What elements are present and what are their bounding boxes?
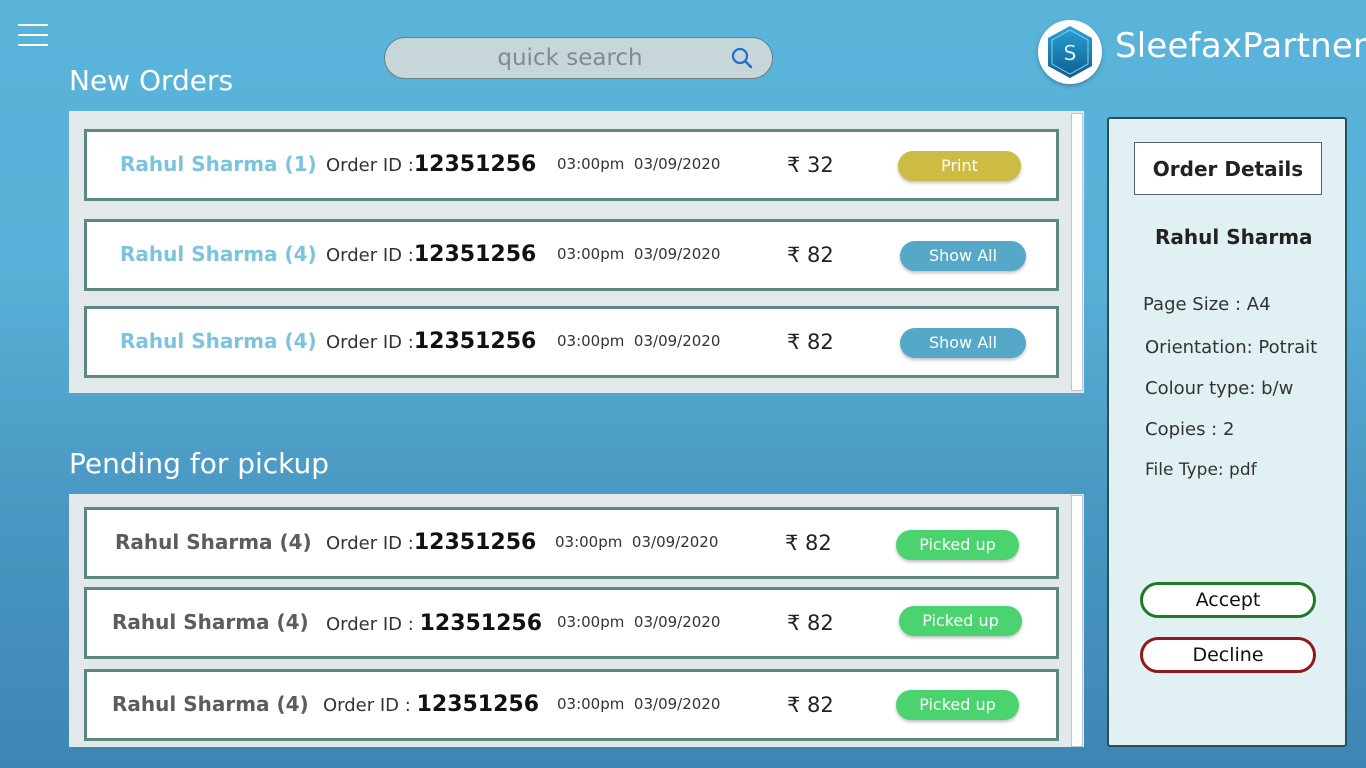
scrollbar[interactable] bbox=[1071, 113, 1083, 391]
accept-button[interactable]: Accept bbox=[1140, 582, 1316, 618]
order-id-value: 12351256 bbox=[413, 242, 537, 267]
order-price: ₹ 82 bbox=[787, 693, 834, 717]
hexagon-logo-icon: S bbox=[1038, 20, 1102, 84]
search-input[interactable] bbox=[415, 38, 725, 78]
order-date: 03/09/2020 bbox=[633, 695, 721, 713]
order-id: Order ID :12351256 bbox=[326, 152, 536, 177]
customer-name[interactable]: Rahul Sharma (4) bbox=[112, 692, 309, 716]
order-id-label: Order ID : bbox=[326, 332, 414, 353]
decline-button[interactable]: Decline bbox=[1140, 637, 1316, 673]
order-time: 03:00pm bbox=[557, 332, 625, 350]
new-orders-panel: Rahul Sharma (1) Order ID :12351256 03:0… bbox=[69, 111, 1084, 393]
order-id-label: Order ID : bbox=[326, 245, 414, 266]
order-time: 03:00pm bbox=[555, 533, 623, 551]
order-price: ₹ 82 bbox=[787, 330, 834, 354]
menu-line bbox=[18, 34, 48, 36]
picked-up-button[interactable]: Picked up bbox=[896, 690, 1019, 720]
scrollbar[interactable] bbox=[1071, 495, 1083, 747]
picked-up-button[interactable]: Picked up bbox=[896, 530, 1019, 560]
pending-pickup-title: Pending for pickup bbox=[69, 447, 330, 480]
quick-search-bar[interactable] bbox=[384, 37, 773, 79]
order-time: 03:00pm bbox=[557, 155, 625, 173]
print-button[interactable]: Print bbox=[898, 151, 1021, 181]
file-type: File Type: pdf bbox=[1145, 460, 1257, 480]
pending-order-card[interactable]: Rahul Sharma (4) Order ID : 12351256 03:… bbox=[84, 587, 1059, 659]
svg-text:S: S bbox=[1064, 41, 1077, 65]
order-datetime: 03:00pm 03/09/2020 bbox=[557, 245, 720, 263]
menu-line bbox=[18, 24, 48, 26]
order-id-value: 12351256 bbox=[413, 329, 537, 354]
pending-order-card[interactable]: Rahul Sharma (4) Order ID : 12351256 03:… bbox=[84, 669, 1059, 741]
order-datetime: 03:00pm 03/09/2020 bbox=[555, 533, 718, 551]
pending-pickup-panel: Rahul Sharma (4) Order ID :12351256 03:0… bbox=[69, 494, 1084, 747]
order-id: Order ID : 12351256 bbox=[323, 692, 539, 717]
order-id: Order ID :12351256 bbox=[326, 530, 536, 555]
order-time: 03:00pm bbox=[557, 245, 625, 263]
show-all-button[interactable]: Show All bbox=[900, 241, 1026, 271]
order-datetime: 03:00pm 03/09/2020 bbox=[557, 613, 720, 631]
order-id: Order ID : 12351256 bbox=[326, 611, 542, 636]
order-id-label: Order ID : bbox=[326, 533, 414, 554]
show-all-button[interactable]: Show All bbox=[900, 328, 1026, 358]
hamburger-menu-icon[interactable] bbox=[18, 24, 48, 48]
order-date: 03/09/2020 bbox=[633, 245, 721, 263]
order-id-label: Order ID : bbox=[326, 155, 414, 176]
order-details-panel: Order Details Rahul Sharma Page Size : A… bbox=[1107, 117, 1347, 747]
order-datetime: 03:00pm 03/09/2020 bbox=[557, 695, 720, 713]
order-datetime: 03:00pm 03/09/2020 bbox=[557, 155, 720, 173]
order-details-title: Order Details bbox=[1134, 142, 1322, 195]
order-date: 03/09/2020 bbox=[633, 332, 721, 350]
order-id-value: 12351256 bbox=[413, 530, 537, 555]
picked-up-button[interactable]: Picked up bbox=[899, 606, 1022, 636]
order-price: ₹ 82 bbox=[785, 531, 832, 555]
order-id-value: 12351256 bbox=[413, 152, 537, 177]
pending-order-card[interactable]: Rahul Sharma (4) Order ID :12351256 03:0… bbox=[84, 507, 1059, 579]
brand-name: SleefaxPartner bbox=[1115, 26, 1366, 66]
order-id-label: Order ID : bbox=[326, 614, 414, 635]
customer-name[interactable]: Rahul Sharma (1) bbox=[120, 152, 317, 176]
order-id: Order ID :12351256 bbox=[326, 329, 536, 354]
customer-name[interactable]: Rahul Sharma (4) bbox=[120, 242, 317, 266]
order-time: 03:00pm bbox=[557, 613, 625, 631]
order-id-value: 12351256 bbox=[419, 611, 543, 636]
order-date: 03/09/2020 bbox=[633, 155, 721, 173]
page-size: Page Size : A4 bbox=[1143, 294, 1271, 315]
customer-name[interactable]: Rahul Sharma (4) bbox=[120, 329, 317, 353]
new-order-card[interactable]: Rahul Sharma (4) Order ID :12351256 03:0… bbox=[84, 306, 1059, 378]
colour-type: Colour type: b/w bbox=[1145, 378, 1294, 399]
order-price: ₹ 82 bbox=[787, 611, 834, 635]
order-date: 03/09/2020 bbox=[631, 533, 719, 551]
new-order-card[interactable]: Rahul Sharma (4) Order ID :12351256 03:0… bbox=[84, 219, 1059, 291]
order-time: 03:00pm bbox=[557, 695, 625, 713]
customer-name[interactable]: Rahul Sharma (4) bbox=[112, 610, 309, 634]
order-id-label: Order ID : bbox=[323, 695, 411, 716]
orientation: Orientation: Potrait bbox=[1145, 337, 1318, 358]
order-id: Order ID :12351256 bbox=[326, 242, 536, 267]
order-datetime: 03:00pm 03/09/2020 bbox=[557, 332, 720, 350]
menu-line bbox=[18, 44, 48, 46]
copies: Copies : 2 bbox=[1145, 419, 1235, 440]
search-icon[interactable] bbox=[730, 46, 754, 74]
order-id-value: 12351256 bbox=[416, 692, 540, 717]
customer-name[interactable]: Rahul Sharma (4) bbox=[115, 530, 312, 554]
order-date: 03/09/2020 bbox=[633, 613, 721, 631]
details-customer-name: Rahul Sharma bbox=[1155, 225, 1313, 249]
new-orders-title: New Orders bbox=[69, 64, 234, 97]
order-price: ₹ 32 bbox=[787, 153, 834, 177]
order-price: ₹ 82 bbox=[787, 243, 834, 267]
new-order-card[interactable]: Rahul Sharma (1) Order ID :12351256 03:0… bbox=[84, 129, 1059, 201]
